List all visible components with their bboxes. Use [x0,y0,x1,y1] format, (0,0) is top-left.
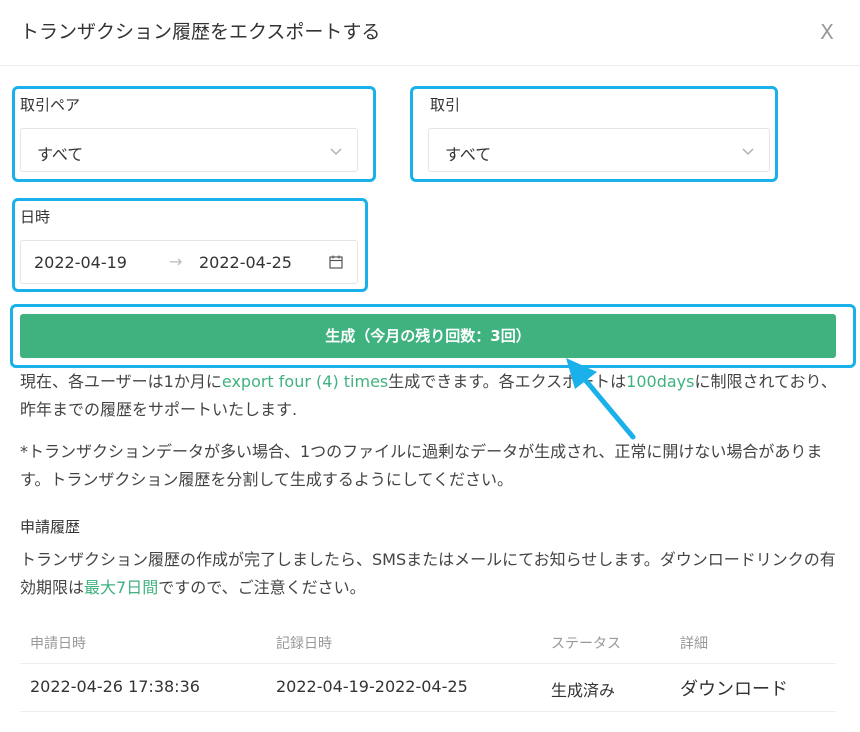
download-link[interactable]: ダウンロード [680,675,788,701]
pair-select[interactable]: すべて [20,128,358,172]
status-badge: 生成済み [551,681,616,700]
pair-label: 取引ペア [20,96,81,114]
chevron-down-icon [330,148,342,155]
table-header-divider [20,663,836,664]
history-note-text: ですので、ご注意ください。 [158,578,366,597]
data-size-warning: *トランザクションデータが多い場合、1つのファイルに過剰なデータが生成され、正常… [20,442,823,489]
pair-select-value: すべて [37,145,84,164]
info-text: 生成できます。各エクスポートは [388,372,627,391]
column-header-recorded: 記録日時 [276,636,332,652]
column-header-status: ステータス [551,636,621,652]
chevron-down-icon [742,148,754,155]
export-limit-info: 現在、各ユーザーは1か月にexport four (4) times生成できます… [20,368,840,424]
expiry-highlight: 最大7日間 [84,578,159,597]
dialog-header: トランザクション履歴をエクスポートする X [0,0,860,66]
history-title: 申請履歴 [20,518,81,536]
table-row-divider [20,711,836,712]
column-header-detail: 詳細 [680,636,708,652]
column-header-applied: 申請日時 [30,636,86,652]
days-limit-highlight: 100days [626,372,695,391]
export-count-highlight: export four (4) times [221,372,389,391]
date-end-input[interactable]: 2022-04-25 [199,253,292,272]
trade-select-value: すべて [445,145,492,164]
dialog-title: トランザクション履歴をエクスポートする [20,21,381,43]
date-start-input[interactable]: 2022-04-19 [34,253,127,272]
date-label: 日時 [20,208,51,226]
date-range-picker[interactable]: 2022-04-19 → 2022-04-25 [20,240,358,284]
date-range-arrow: → [169,252,183,271]
trade-select[interactable]: すべて [428,128,770,172]
cell-applied: 2022-04-26 17:38:36 [30,677,200,696]
close-icon[interactable]: X [815,20,839,44]
history-note: トランザクション履歴の作成が完了しましたら、SMSまたはメールにてお知らせします… [20,546,840,602]
cell-recorded: 2022-04-19-2022-04-25 [276,677,468,696]
generate-button[interactable]: 生成（今月の残り回数：3回） [20,314,836,358]
trade-label: 取引 [430,96,461,114]
info-text: 現在、各ユーザーは1か月に [20,372,222,391]
calendar-icon [329,255,343,269]
